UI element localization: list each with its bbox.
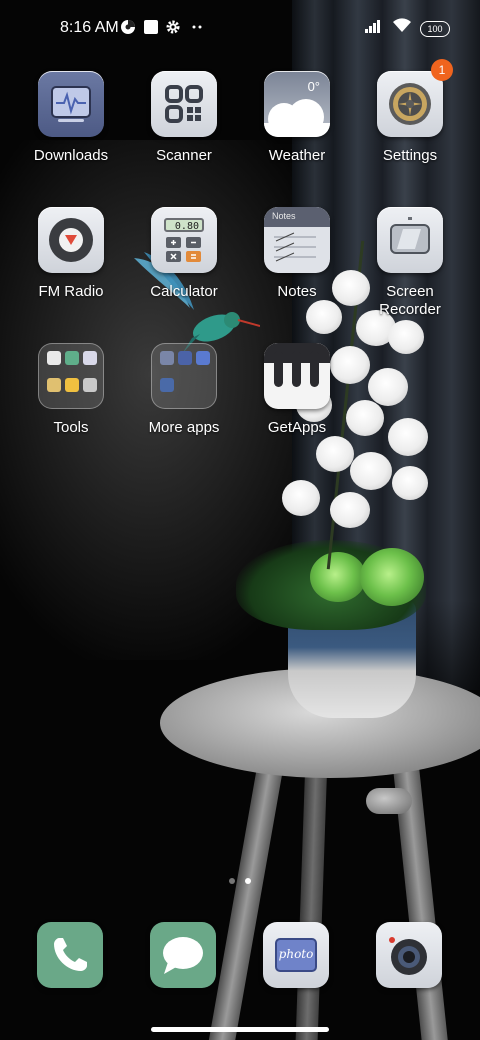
app-settings[interactable]: 1 Settings [355,59,465,165]
app-label: Weather [268,147,326,164]
wallpaper-orchid [350,452,392,490]
status-bar: 8:16 AM 100 [0,0,480,56]
battery-icon: 100 [420,20,450,37]
settings-gear-icon[interactable] [377,71,443,137]
wallpaper-table-leg [294,769,328,1040]
home-indicator[interactable] [151,1027,329,1032]
mini-app-icon [160,351,174,365]
wallpaper-orchid [368,368,408,406]
gallery-text: photo [278,947,314,961]
app-label: Scanner [156,147,212,164]
app-fm-radio[interactable]: FM Radio [16,207,126,301]
wallpaper-orchid [306,300,342,334]
mini-app-icon [65,351,79,365]
page-dot-active[interactable] [245,878,251,884]
wallpaper-orchid [388,418,428,456]
fm-radio-icon[interactable] [38,207,104,273]
app-label: Settings [382,147,438,164]
mini-app-icon [178,351,192,365]
app-label: Tools [53,419,89,436]
app-label: FM Radio [38,283,104,300]
data-saver-icon [120,19,136,35]
app-label: Downloads [33,147,109,164]
status-right-group: 100 [364,18,450,39]
dock-phone[interactable] [37,922,103,988]
notification-badge: 1 [431,59,453,81]
mini-app-icon [196,351,210,365]
scanner-icon[interactable] [151,71,217,137]
mini-app-icon [83,351,97,365]
app-label: GetApps [267,419,327,436]
wallpaper-table-leg [206,760,284,1040]
wallpaper-orchid [316,436,354,472]
wallpaper-rose [310,552,366,602]
square-notification-icon [143,19,159,35]
wallpaper-table-knob [366,788,412,814]
camera-icon [389,937,427,975]
app-label: Calculator [150,283,218,300]
wallpaper-orchid [282,480,320,516]
status-time: 8:16 AM [60,19,119,36]
folder-icon[interactable] [151,343,217,409]
app-getapps[interactable]: GetApps [242,343,352,437]
mini-app-icon [47,351,61,365]
wallpaper-rose [360,548,424,606]
app-label: More apps [148,419,220,436]
wifi-icon [392,18,412,39]
wallpaper-orchid [388,320,424,354]
dock-gallery[interactable]: photo [263,922,329,988]
downloads-icon[interactable] [38,71,104,137]
signal-icon [364,19,384,38]
app-downloads[interactable]: Downloads [16,71,126,165]
mini-app-icon [65,378,79,392]
app-calculator[interactable]: 0.80 Calculator [129,207,239,301]
screen-recorder-icon[interactable] [377,207,443,273]
dock-messages[interactable] [150,922,216,988]
app-label: Notes [277,283,317,300]
mini-app-icon [160,378,174,392]
mini-app-icon [83,378,97,392]
message-icon [163,937,203,974]
weather-icon[interactable]: 0° [264,71,330,137]
more-dots-icon [189,19,205,35]
getapps-icon[interactable] [264,343,330,409]
wallpaper-orchid [330,492,370,528]
page-indicator [0,878,480,884]
notes-icon[interactable]: Notes [264,207,330,273]
wallpaper-orchid [392,466,428,500]
folder-tools[interactable]: Tools [16,343,126,437]
phone-icon [54,938,87,971]
mini-app-icon [47,378,61,392]
app-notes[interactable]: Notes Notes [242,207,352,301]
folder-icon[interactable] [38,343,104,409]
folder-more-apps[interactable]: More apps [129,343,239,437]
app-screen-recorder[interactable]: Screen Recorder [355,207,465,319]
page-dot[interactable] [229,878,235,884]
gear-icon [165,19,181,35]
app-label: Screen Recorder [379,283,441,318]
settings-icon-wrapper: 1 [377,59,453,137]
calculator-icon[interactable]: 0.80 [151,207,217,273]
app-weather[interactable]: 0° Weather [242,71,352,165]
dock-camera[interactable] [376,922,442,988]
app-scanner[interactable]: Scanner [129,71,239,165]
